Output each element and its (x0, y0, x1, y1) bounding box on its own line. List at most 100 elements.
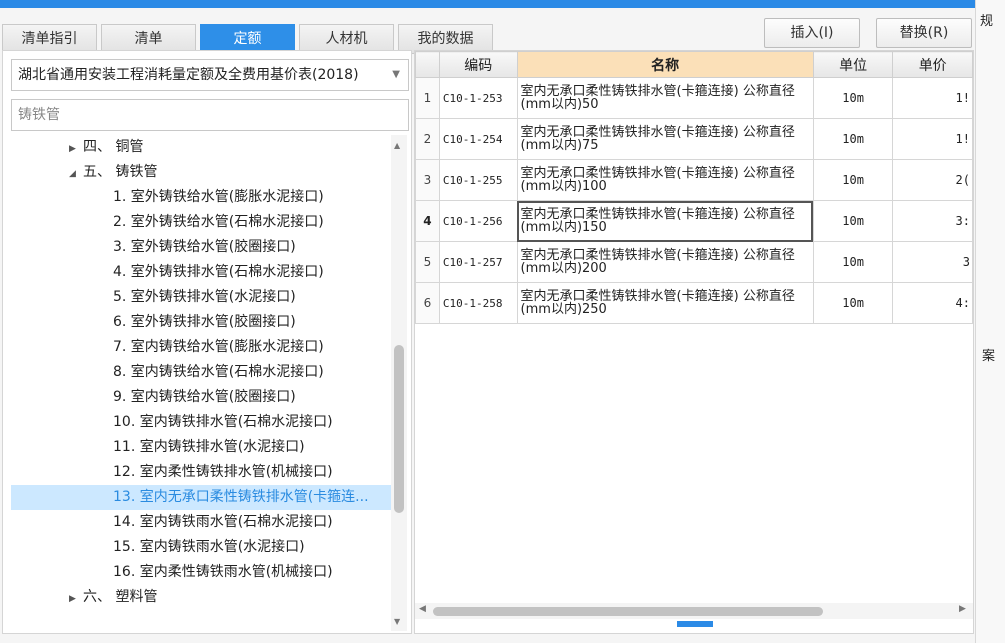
tree-item[interactable]: 12. 室内柔性铸铁排水管(机械接口) (11, 460, 391, 485)
tree-item-label: 3. 室外铸铁给水管(胶圈接口) (113, 239, 296, 255)
table-row[interactable]: 2 C10-1-254 室内无承口柔性铸铁排水管(卡箍连接) 公称直径 (mm以内)… (415, 118, 973, 160)
table-row[interactable]: 4 C10-1-256 室内无承口柔性铸铁排水管(卡箍连接) 公称直径 (mm以内)… (415, 200, 973, 242)
tree-item[interactable]: 2. 室外铸铁给水管(石棉水泥接口) (11, 210, 391, 235)
quota-price: 3 (892, 241, 973, 283)
quota-unit: 10m (812, 282, 894, 324)
library-select[interactable]: 湖北省通用安装工程消耗量定额及全费用基价表(2018) ▼ (11, 59, 409, 91)
header-code[interactable]: 编码 (438, 51, 518, 78)
splitter-handle[interactable] (677, 621, 713, 627)
tree-item[interactable]: ▶ 六、 塑料管 (11, 585, 391, 610)
tree-item-label: 15. 室内铸铁雨水管(水泥接口) (113, 539, 305, 555)
tree-item-label: 六、 塑料管 (83, 589, 158, 605)
title-bar (0, 0, 1005, 8)
scroll-right-icon[interactable]: ▶ (959, 604, 966, 614)
quota-unit: 10m (812, 200, 894, 242)
quota-name: 室内无承口柔性铸铁排水管(卡箍连接) 公称直径 (mm以内)100 (516, 159, 814, 201)
tree-item-label: 16. 室内柔性铸铁雨水管(机械接口) (113, 564, 333, 580)
quota-tree: ▶ 四、 铜管 ◢ 五、 铸铁管 1. 室外铸铁给水管(膨胀水泥接口) 2. 室外铸铁给水… (11, 135, 391, 631)
tree-item[interactable]: 9. 室内铸铁给水管(胶圈接口) (11, 385, 391, 410)
quota-unit: 10m (812, 241, 894, 283)
background-window-strip: 规 案 (975, 0, 1005, 643)
tree-item[interactable]: 5. 室外铸铁排水管(水泥接口) (11, 285, 391, 310)
tree-item-label: 2. 室外铸铁给水管(石棉水泥接口) (113, 214, 324, 230)
strip-label-top: 规 (980, 14, 994, 29)
tree-item-label: 9. 室内铸铁给水管(胶圈接口) (113, 389, 296, 405)
tree-item[interactable]: ▶ 四、 铜管 (11, 135, 391, 160)
tree-item[interactable]: 1. 室外铸铁给水管(膨胀水泥接口) (11, 185, 391, 210)
quota-name: 室内无承口柔性铸铁排水管(卡箍连接) 公称直径 (mm以内)200 (516, 241, 814, 283)
expand-icon[interactable]: ▶ (69, 137, 83, 160)
quota-unit: 10m (812, 118, 894, 160)
quota-name: 室内无承口柔性铸铁排水管(卡箍连接) 公称直径 (mm以内)150 (516, 200, 814, 242)
table-row[interactable]: 6 C10-1-258 室内无承口柔性铸铁排水管(卡箍连接) 公称直径 (mm以内)… (415, 282, 973, 324)
quota-table: 编码 名称 单位 单价 1 C10-1-253 室内无承口柔性铸铁排水管(卡箍连接) 公称… (415, 51, 973, 324)
row-index: 2 (415, 118, 440, 160)
tree-item-label: 8. 室内铸铁给水管(石棉水泥接口) (113, 364, 324, 380)
quota-price: 1! (892, 77, 973, 119)
library-select-value: 湖北省通用安装工程消耗量定额及全费用基价表(2018) (18, 67, 359, 83)
tree-item-label: 12. 室内柔性铸铁排水管(机械接口) (113, 464, 333, 480)
tree-item-label: 10. 室内铸铁排水管(石棉水泥接口) (113, 414, 333, 430)
tree-item-label: 5. 室外铸铁排水管(水泥接口) (113, 289, 296, 305)
row-index: 3 (415, 159, 440, 201)
table-hscrollbar[interactable]: ◀ ▶ (415, 603, 973, 619)
tree-item-label: 7. 室内铸铁给水管(膨胀水泥接口) (113, 339, 324, 355)
quota-price: 3: (892, 200, 973, 242)
quota-price: 4: (892, 282, 973, 324)
quota-code: C10-1-258 (438, 282, 518, 324)
strip-label-mid: 案 (982, 349, 996, 364)
row-index: 1 (415, 77, 440, 119)
tree-item[interactable]: 6. 室外铸铁排水管(胶圈接口) (11, 310, 391, 335)
tree-item[interactable]: 13. 室内无承口柔性铸铁排水管(卡箍连... (11, 485, 391, 510)
expand-icon[interactable]: ▶ (69, 587, 83, 610)
table-row[interactable]: 5 C10-1-257 室内无承口柔性铸铁排水管(卡箍连接) 公称直径 (mm以内)… (415, 241, 973, 283)
table-hscrollbar-thumb[interactable] (433, 607, 823, 616)
tree-item[interactable]: 15. 室内铸铁雨水管(水泥接口) (11, 535, 391, 560)
header-unit[interactable]: 单位 (812, 51, 894, 78)
quota-tree-panel: 湖北省通用安装工程消耗量定额及全费用基价表(2018) ▼ 铸铁管 ▶ 四、 铜管… (2, 50, 412, 634)
header-price[interactable]: 单价 (892, 51, 973, 78)
scroll-down-icon[interactable]: ▼ (394, 617, 400, 626)
tree-scrollbar[interactable]: ▲ ▼ (391, 135, 407, 631)
tree-item[interactable]: 16. 室内柔性铸铁雨水管(机械接口) (11, 560, 391, 585)
tree-item[interactable]: 7. 室内铸铁给水管(膨胀水泥接口) (11, 335, 391, 360)
quota-unit: 10m (812, 77, 894, 119)
tree-item-label: 4. 室外铸铁排水管(石棉水泥接口) (113, 264, 324, 280)
scroll-up-icon[interactable]: ▲ (394, 141, 400, 150)
tree-item[interactable]: 10. 室内铸铁排水管(石棉水泥接口) (11, 410, 391, 435)
quota-code: C10-1-257 (438, 241, 518, 283)
tree-item-label: 四、 铜管 (83, 139, 144, 155)
tree-item[interactable]: ◢ 五、 铸铁管 (11, 160, 391, 185)
tree-scrollbar-thumb[interactable] (394, 345, 404, 513)
search-input[interactable]: 铸铁管 (11, 99, 409, 131)
row-index: 5 (415, 241, 440, 283)
header-index[interactable] (415, 51, 440, 78)
tree-item[interactable]: 11. 室内铸铁排水管(水泥接口) (11, 435, 391, 460)
tree-item-label: 6. 室外铸铁排水管(胶圈接口) (113, 314, 296, 330)
quota-dialog: 清单指引 清单 定额 人材机 我的数据 插入(I) 替换(R) 湖北省通用安装工程消耗量… (0, 8, 975, 643)
tree-item[interactable]: 14. 室内铸铁雨水管(石棉水泥接口) (11, 510, 391, 535)
scroll-left-icon[interactable]: ◀ (419, 604, 426, 614)
quota-price: 1! (892, 118, 973, 160)
tree-item[interactable]: 3. 室外铸铁给水管(胶圈接口) (11, 235, 391, 260)
quota-name: 室内无承口柔性铸铁排水管(卡箍连接) 公称直径 (mm以内)50 (516, 77, 814, 119)
quota-table-panel: 编码 名称 单位 单价 1 C10-1-253 室内无承口柔性铸铁排水管(卡箍连接) 公称… (414, 50, 974, 634)
tree-item[interactable]: 8. 室内铸铁给水管(石棉水泥接口) (11, 360, 391, 385)
quota-code: C10-1-254 (438, 118, 518, 160)
quota-code: C10-1-256 (438, 200, 518, 242)
replace-button[interactable]: 替换(R) (876, 18, 972, 48)
quota-unit: 10m (812, 159, 894, 201)
row-index: 6 (415, 282, 440, 324)
chevron-down-icon[interactable]: ▼ (392, 60, 400, 90)
header-name[interactable]: 名称 (516, 51, 814, 78)
tree-item-label: 11. 室内铸铁排水管(水泥接口) (113, 439, 305, 455)
collapse-icon[interactable]: ◢ (69, 162, 83, 185)
tree-item-label: 13. 室内无承口柔性铸铁排水管(卡箍连... (113, 489, 369, 505)
insert-button[interactable]: 插入(I) (764, 18, 860, 48)
tree-item[interactable]: 4. 室外铸铁排水管(石棉水泥接口) (11, 260, 391, 285)
quota-name: 室内无承口柔性铸铁排水管(卡箍连接) 公称直径 (mm以内)250 (516, 282, 814, 324)
quota-price: 2( (892, 159, 973, 201)
table-row[interactable]: 3 C10-1-255 室内无承口柔性铸铁排水管(卡箍连接) 公称直径 (mm以内)… (415, 159, 973, 201)
table-header: 编码 名称 单位 单价 (415, 51, 973, 78)
table-row[interactable]: 1 C10-1-253 室内无承口柔性铸铁排水管(卡箍连接) 公称直径 (mm以内)… (415, 77, 973, 119)
